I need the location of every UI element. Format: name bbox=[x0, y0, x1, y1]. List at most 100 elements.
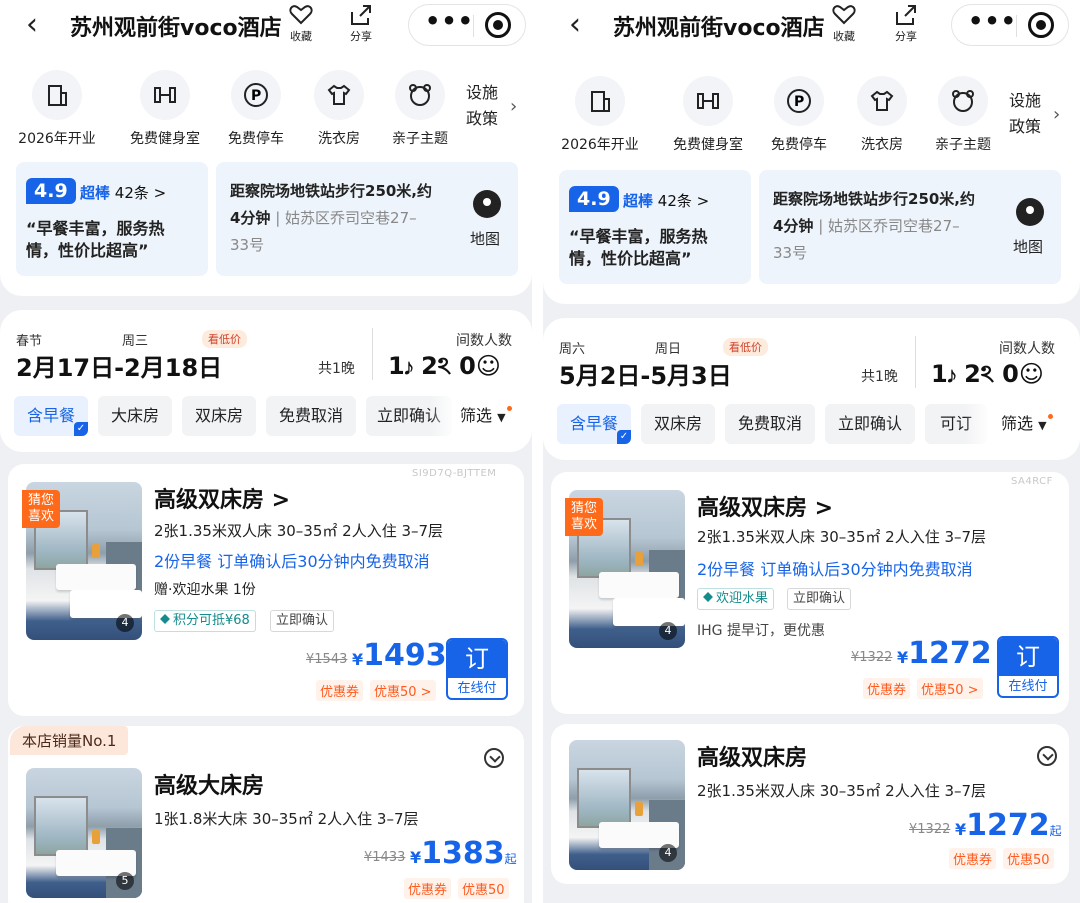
chevron-right-icon: › bbox=[510, 96, 518, 117]
discount-tag[interactable]: 优惠50 bbox=[458, 878, 509, 899]
room-name[interactable]: 高级双床房 > bbox=[154, 482, 290, 514]
expand-chevron-icon[interactable] bbox=[1037, 746, 1057, 766]
share-button[interactable]: 分享 bbox=[893, 4, 919, 44]
date-range[interactable]: 5月2日-5月3日 bbox=[559, 356, 732, 391]
checkin-weekday: 周六 bbox=[559, 342, 586, 357]
room-card-2[interactable]: 4 高级双床房 2张1.35米双人床 30–35㎡ 2人入住 3–7层 ¥132… bbox=[551, 724, 1069, 884]
address-text: 距察院场地铁站步行250米,约 4分钟 | 姑苏区乔司空巷27– 33号 bbox=[230, 182, 433, 254]
low-price-tag[interactable]: 看低价 bbox=[202, 330, 247, 348]
map-label: 地图 bbox=[470, 230, 501, 248]
room-card-1[interactable]: SA4RCF 4 猜您 喜欢 高级双床房 > 2张1.35米双人床 30–35㎡ … bbox=[551, 472, 1069, 714]
rating-box[interactable]: 4.9 超棒 42条 > “早餐丰富，服务热 情，性价比超高” bbox=[16, 162, 208, 276]
sales-rank-tag: 本店销量No.1 bbox=[10, 726, 129, 755]
room-name[interactable]: 高级双床房 bbox=[697, 740, 807, 772]
date-filter-card: 春节 周三 看低价 2月17日-2月18日 共1晚 间数人数 1𝆕 2ঽ 0☺ … bbox=[0, 310, 532, 452]
hotel-header-card: ‹ 苏州观前街voco酒店 收藏 分享 ••• 2026年开业 免费健身室 P … bbox=[543, 0, 1080, 304]
rating-score: 4.9 bbox=[26, 178, 76, 204]
room-photo[interactable]: 5 bbox=[26, 768, 142, 898]
welcome-fruit-tag: 欢迎水果 bbox=[697, 588, 775, 610]
facility-opening[interactable]: 2026年开业 bbox=[14, 70, 100, 148]
room-photo[interactable]: 4 bbox=[569, 740, 685, 870]
address-box[interactable]: 距察院场地铁站步行250米,约 4分钟 | 姑苏区乔司空巷27– 33号 地图 bbox=[216, 162, 518, 276]
expand-chevron-icon[interactable] bbox=[484, 748, 504, 768]
room-spec: 2张1.35米双人床 30–35㎡ 2人入住 3–7层 bbox=[154, 522, 444, 540]
room-name[interactable]: 高级双床房 > bbox=[697, 490, 833, 522]
facility-opening[interactable]: 2026年开业 bbox=[557, 76, 643, 154]
svg-text:P: P bbox=[794, 94, 804, 110]
discount-tag[interactable]: 优惠50 > bbox=[917, 678, 983, 699]
miniprogram-capsule: ••• bbox=[951, 4, 1069, 46]
discount-tag[interactable]: 优惠50 bbox=[1003, 848, 1054, 869]
chip-free-cancel[interactable]: 免费取消 bbox=[266, 396, 356, 436]
book-button[interactable]: 订 在线付 bbox=[997, 636, 1059, 698]
room-card-2[interactable]: 本店销量No.1 5 高级大床房 1张1.8米大床 30–35㎡ 2人入住 3–… bbox=[8, 726, 524, 903]
favorite-button[interactable]: 收藏 bbox=[288, 4, 314, 44]
room-guest-selector[interactable]: 1𝆕 2ঽ 0☺ bbox=[388, 348, 501, 388]
facility-policy-link[interactable]: 设施 政策 › bbox=[466, 80, 517, 132]
photo-count: 4 bbox=[116, 614, 134, 632]
right-screenshot: ‹ 苏州观前街voco酒店 收藏 分享 ••• 2026年开业 免费健身室 P … bbox=[543, 0, 1080, 903]
filter-button[interactable]: 筛选 ▼ bbox=[1001, 404, 1053, 444]
hotel-title: 苏州观前街voco酒店 bbox=[613, 16, 825, 41]
checkout-weekday: 周日 bbox=[655, 342, 682, 357]
map-pin-icon bbox=[473, 190, 501, 218]
facility-parking[interactable]: P 免费停车 bbox=[218, 70, 294, 148]
parking-icon: P bbox=[774, 76, 824, 126]
date-range[interactable]: 2月17日-2月18日 bbox=[16, 348, 222, 383]
address-box[interactable]: 距察院场地铁站步行250米,约 4分钟 | 姑苏区乔司空巷27– 33号 地图 bbox=[759, 170, 1061, 284]
favorite-button[interactable]: 收藏 bbox=[831, 4, 857, 44]
recommend-badge: 猜您 喜欢 bbox=[22, 490, 60, 528]
discount-tag[interactable]: 优惠50 > bbox=[370, 680, 436, 701]
coupon-tag: 优惠券 bbox=[316, 680, 364, 701]
more-dots-icon[interactable]: ••• bbox=[425, 7, 474, 35]
close-miniprogram-icon[interactable] bbox=[1028, 12, 1054, 38]
facility-family[interactable]: 亲子主题 bbox=[931, 76, 995, 154]
checkout-weekday: 周三 bbox=[122, 334, 149, 349]
facility-parking[interactable]: P 免费停车 bbox=[761, 76, 837, 154]
miniprogram-capsule: ••• bbox=[408, 4, 526, 46]
facility-gym[interactable]: 免费健身室 bbox=[122, 70, 208, 148]
close-miniprogram-icon[interactable] bbox=[485, 12, 511, 38]
diamond-icon bbox=[703, 592, 713, 602]
filter-button[interactable]: 筛选 ▼ bbox=[460, 396, 512, 436]
back-arrow-icon[interactable]: ‹ bbox=[26, 10, 38, 40]
guest-label: 间数人数 bbox=[456, 333, 512, 349]
heart-plus-icon bbox=[832, 5, 856, 25]
facility-laundry[interactable]: 洗衣房 bbox=[304, 70, 374, 148]
guest-label: 间数人数 bbox=[999, 341, 1055, 357]
back-arrow-icon[interactable]: ‹ bbox=[569, 10, 581, 40]
facility-laundry[interactable]: 洗衣房 bbox=[847, 76, 917, 154]
parking-icon: P bbox=[231, 70, 281, 120]
breakfast-cancel-info: 2份早餐 订单确认后30分钟内免费取消 bbox=[697, 560, 973, 579]
room-card-1[interactable]: SI9D7Q-BJTTEM 4 猜您 喜欢 高级双床房 > 2张1.35米双人床 … bbox=[8, 464, 524, 716]
chip-instant-confirm[interactable]: 立即确认 bbox=[825, 404, 915, 444]
rating-box[interactable]: 4.9 超棒 42条 > “早餐丰富，服务热 情，性价比超高” bbox=[559, 170, 751, 284]
chip-king-bed[interactable]: 大床房 bbox=[98, 396, 172, 436]
room-name[interactable]: 高级大床房 bbox=[154, 768, 264, 800]
confirm-tag: 立即确认 bbox=[270, 610, 335, 632]
book-button[interactable]: 订 在线付 bbox=[446, 638, 508, 700]
building-icon bbox=[32, 70, 82, 120]
low-price-tag[interactable]: 看低价 bbox=[723, 338, 768, 356]
original-price: ¥1322 bbox=[909, 822, 951, 837]
room-code: SI9D7Q-BJTTEM bbox=[412, 468, 497, 479]
checkmark-icon: ✓ bbox=[74, 422, 88, 436]
room-guest-selector[interactable]: 1𝆕 2ঽ 0☺ bbox=[931, 356, 1044, 396]
tshirt-icon bbox=[314, 70, 364, 120]
chevron-right-icon: › bbox=[1053, 104, 1061, 125]
photo-count: 5 bbox=[116, 872, 134, 890]
chip-free-cancel[interactable]: 免费取消 bbox=[725, 404, 815, 444]
chip-twin-bed[interactable]: 双床房 bbox=[641, 404, 715, 444]
chip-breakfast[interactable]: 含早餐 ✓ bbox=[557, 404, 631, 444]
chip-breakfast[interactable]: 含早餐 ✓ bbox=[14, 396, 88, 436]
more-dots-icon[interactable]: ••• bbox=[968, 7, 1017, 35]
tshirt-icon bbox=[857, 76, 907, 126]
facility-gym[interactable]: 免费健身室 bbox=[665, 76, 751, 154]
facility-family[interactable]: 亲子主题 bbox=[388, 70, 452, 148]
original-price: ¥1322 bbox=[851, 650, 893, 665]
diamond-icon bbox=[160, 614, 170, 624]
screenshot-divider bbox=[532, 0, 543, 903]
share-button[interactable]: 分享 bbox=[348, 4, 374, 44]
chip-twin-bed[interactable]: 双床房 bbox=[182, 396, 256, 436]
facility-policy-link[interactable]: 设施 政策 › bbox=[1009, 88, 1060, 140]
